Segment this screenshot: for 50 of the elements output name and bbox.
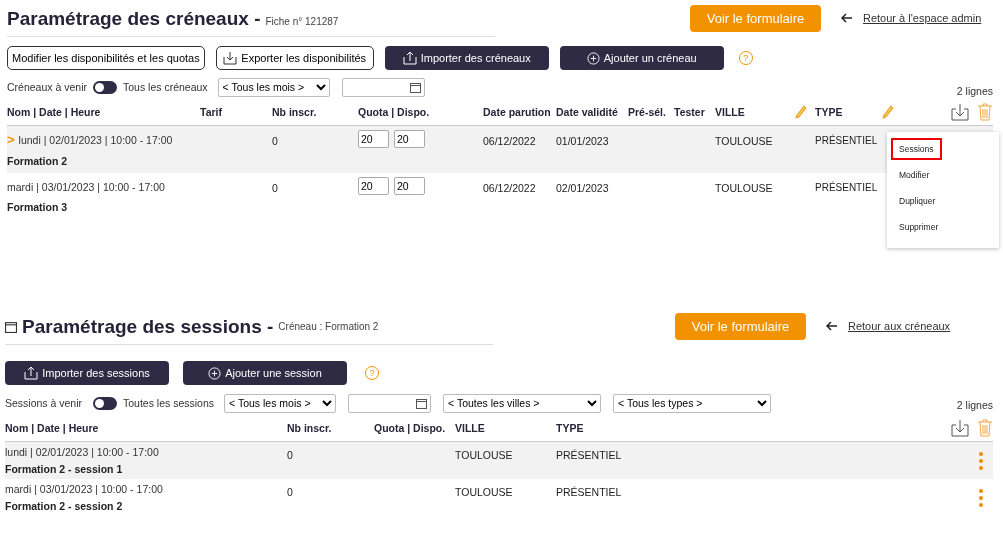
page-title: Paramétrage des sessions - <box>22 315 274 338</box>
slot-name: Formation 3 <box>7 200 69 213</box>
column-header: Nom | Date | Heure <box>7 106 102 118</box>
column-header: Date validité <box>556 106 619 118</box>
slot-name: Formation 2 <box>7 155 69 167</box>
filter-label: Sessions à venir <box>5 397 84 409</box>
filter-label: Créneaux à venir <box>7 81 87 93</box>
row-count: 2 lignes <box>956 85 993 97</box>
session-name: Formation 2 - session 2 <box>5 500 124 512</box>
column-header: TYPE <box>556 422 585 434</box>
slot-date: lundi | 02/01/2023 | 10:00 - 17:00 <box>18 133 173 146</box>
table-cell-text: 0 <box>287 485 294 498</box>
table-cell-text: PRÉSENTIEL <box>556 448 623 461</box>
column-header: Tarif <box>200 106 223 118</box>
table-cell-text: PRÉSENTIEL <box>815 133 879 146</box>
column-header: VILLE <box>455 422 486 434</box>
column-header: Date parution <box>483 106 552 118</box>
table-cell-text: 06/12/2022 <box>483 181 537 194</box>
table-cell-text: 0 <box>287 448 294 461</box>
session-date: mardi | 03/01/2023 | 10:00 - 17:00 <box>5 483 163 495</box>
page-title: Paramétrage des créneaux - <box>7 7 261 30</box>
column-header: TYPE <box>815 106 844 118</box>
page-subtitle: Créneau : Formation 2 <box>278 321 379 332</box>
session-name: Formation 2 - session 1 <box>5 463 124 475</box>
table-cell-text: PRÉSENTIEL <box>556 485 623 498</box>
page-subtitle: Fiche n° 121287 <box>265 15 339 27</box>
table-cell-text: PRÉSENTIEL <box>815 180 879 193</box>
slot-date: mardi | 03/01/2023 | 10:00 - 17:00 <box>7 180 165 193</box>
column-header: VILLE <box>715 106 746 118</box>
column-header: Nb inscr. <box>287 422 333 434</box>
table-cell-text: 0 <box>272 134 279 147</box>
table-cell-text: 0 <box>272 181 279 194</box>
table-cell-text: TOULOUSE <box>455 485 514 498</box>
table-cell-text: 06/12/2022 <box>483 134 537 147</box>
column-header: Quota | Dispo. <box>358 106 431 118</box>
table-cell-text: TOULOUSE <box>715 134 774 147</box>
row-count: 2 lignes <box>956 399 993 411</box>
filter-label: Tous les créneaux <box>122 81 208 93</box>
table-cell-text: 01/01/2023 <box>556 134 610 147</box>
column-header: Nb inscr. <box>272 106 318 118</box>
filter-label: Toutes les sessions <box>123 397 215 409</box>
table-cell-text: TOULOUSE <box>455 448 514 461</box>
table-cell-text: TOULOUSE <box>715 181 774 194</box>
column-header: Quota | Dispo. <box>374 422 447 434</box>
row-marker: > <box>7 132 15 147</box>
session-date: lundi | 02/01/2023 | 10:00 - 17:00 <box>5 446 159 458</box>
column-header: Nom | Date | Heure <box>5 422 100 434</box>
column-header: Tester <box>674 106 706 118</box>
column-header: Pré-sél. <box>628 106 667 118</box>
table-cell-text: 02/01/2023 <box>556 181 610 194</box>
